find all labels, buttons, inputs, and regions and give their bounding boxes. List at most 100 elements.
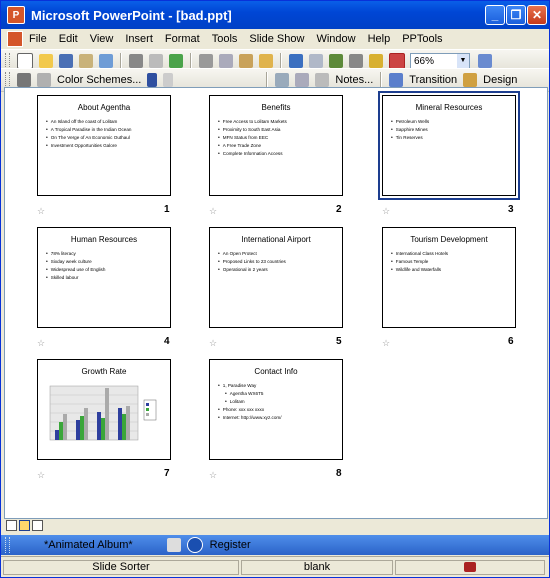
slide-thumbnail-6[interactable]: Tourism Development International Class … bbox=[382, 227, 516, 328]
powerpoint-app-icon[interactable]: P bbox=[7, 6, 25, 24]
document-icon[interactable] bbox=[7, 31, 23, 47]
slide-thumbnail-3[interactable]: Mineral Resources Petroleum Wells Sapphi… bbox=[378, 91, 520, 200]
hide-slide-icon[interactable] bbox=[295, 73, 310, 87]
slide-bullet: Phone: xxx xxx xxxx bbox=[218, 406, 342, 414]
slide-title: International Airport bbox=[241, 235, 311, 244]
spelling-status-icon[interactable] bbox=[464, 562, 476, 572]
insert-table-icon[interactable] bbox=[349, 54, 363, 68]
permission-icon[interactable] bbox=[79, 54, 93, 68]
bullets-icon[interactable] bbox=[163, 73, 174, 87]
color-scheme-icon[interactable] bbox=[37, 73, 51, 87]
chevron-down-icon[interactable]: ▼ bbox=[457, 54, 469, 68]
menu-window[interactable]: Window bbox=[310, 33, 361, 45]
maximize-button[interactable]: ❒ bbox=[506, 5, 526, 25]
slide-bullet-text: Lolitam bbox=[229, 399, 245, 404]
slide-thumbnail-1[interactable]: About Agentha An Island off the coast of… bbox=[37, 95, 171, 196]
animation-star-icon[interactable]: ☆ bbox=[382, 206, 390, 217]
status-view: Slide Sorter bbox=[3, 560, 239, 575]
design-button[interactable]: Design bbox=[483, 74, 517, 86]
format-painter-icon[interactable] bbox=[259, 54, 273, 68]
slide-bullet: Famous Temple bbox=[391, 258, 515, 266]
menu-edit[interactable]: Edit bbox=[53, 33, 84, 45]
animation-star-icon[interactable]: ☆ bbox=[209, 470, 217, 481]
animated-album-button[interactable]: *Animated Album* bbox=[44, 539, 133, 551]
menu-view[interactable]: View bbox=[84, 33, 120, 45]
print-icon[interactable] bbox=[129, 54, 143, 68]
font-color-icon[interactable] bbox=[147, 73, 158, 87]
insert-chart-icon[interactable] bbox=[329, 54, 343, 68]
show-formatting-icon[interactable] bbox=[389, 53, 405, 69]
animation-star-icon[interactable]: ☆ bbox=[37, 206, 45, 217]
slide-sorter-view-icon[interactable] bbox=[19, 520, 30, 531]
minimize-button[interactable]: _ bbox=[485, 5, 505, 25]
slide-bullet-continued: Agentha WX6T5 bbox=[218, 390, 342, 398]
toolbar-separator bbox=[120, 53, 122, 69]
slide-design-icon[interactable] bbox=[17, 73, 31, 87]
copy-icon[interactable] bbox=[219, 54, 233, 68]
toolbar-grip[interactable] bbox=[5, 72, 10, 88]
menu-pptools[interactable]: PPTools bbox=[396, 33, 448, 45]
animation-star-icon[interactable]: ☆ bbox=[37, 470, 45, 481]
color-grayscale-icon[interactable] bbox=[369, 54, 383, 68]
slide-number: 4 bbox=[164, 336, 170, 347]
email-icon[interactable] bbox=[99, 54, 113, 68]
menu-file[interactable]: File bbox=[23, 33, 53, 45]
menu-insert[interactable]: Insert bbox=[119, 33, 159, 45]
slide-number: 6 bbox=[508, 336, 514, 347]
redo-icon[interactable] bbox=[309, 54, 323, 68]
slide-bullet-continued: Lolitam bbox=[218, 398, 342, 406]
toolbar-separator bbox=[280, 53, 282, 69]
close-button[interactable]: ✕ bbox=[527, 5, 547, 25]
slide-thumbnail-8[interactable]: Contact Info 1, Paradise Way Agentha WX6… bbox=[209, 359, 343, 460]
menu-slide-show[interactable]: Slide Show bbox=[243, 33, 310, 45]
zoom-select[interactable]: 66% ▼ bbox=[410, 53, 470, 69]
slide-show-icon[interactable] bbox=[32, 520, 43, 531]
menu-format[interactable]: Format bbox=[159, 33, 206, 45]
toolbar-grip[interactable] bbox=[5, 53, 10, 69]
toolbar-grip[interactable] bbox=[5, 537, 10, 553]
animation-star-icon[interactable]: ☆ bbox=[209, 338, 217, 349]
slide-bullet: Operational in 2 years bbox=[218, 266, 342, 274]
help-icon[interactable] bbox=[186, 537, 203, 553]
animation-star-icon[interactable]: ☆ bbox=[37, 338, 45, 349]
slide-thumbnail-7[interactable]: Growth Rate bbox=[37, 359, 171, 460]
color-schemes-button[interactable]: Color Schemes... bbox=[57, 74, 141, 86]
slide-thumbnail-2[interactable]: Benefits Free Access to Lolitam Markets … bbox=[209, 95, 343, 196]
print-preview-icon[interactable] bbox=[149, 54, 163, 68]
summary-slide-icon[interactable] bbox=[275, 73, 290, 87]
slide-thumbnail-4[interactable]: Human Resources 78% literacy Sixday week… bbox=[37, 227, 171, 328]
slide-bullet: Proximity to South East Asia bbox=[218, 126, 342, 134]
notes-button[interactable]: Notes... bbox=[335, 74, 373, 86]
design-icon[interactable] bbox=[463, 73, 478, 87]
save-icon[interactable] bbox=[59, 54, 73, 68]
animation-star-icon[interactable]: ☆ bbox=[382, 338, 390, 349]
powerpoint-window: P Microsoft PowerPoint - [bad.ppt] _ ❒ ✕… bbox=[0, 0, 550, 578]
open-icon[interactable] bbox=[39, 54, 53, 68]
help-icon[interactable] bbox=[478, 54, 492, 68]
transition-button[interactable]: Transition bbox=[409, 74, 457, 86]
slide-title: About Agentha bbox=[77, 103, 131, 112]
paste-icon[interactable] bbox=[239, 54, 253, 68]
normal-view-icon[interactable] bbox=[6, 520, 17, 531]
magic-wand-icon[interactable] bbox=[166, 538, 181, 552]
cut-icon[interactable] bbox=[199, 54, 213, 68]
speaker-notes-icon[interactable] bbox=[315, 73, 330, 87]
menu-help[interactable]: Help bbox=[362, 33, 397, 45]
register-button[interactable]: Register bbox=[210, 539, 251, 551]
slide-title: Mineral Resources bbox=[415, 103, 483, 112]
slide-number: 2 bbox=[336, 204, 342, 215]
slide-thumbnail-5[interactable]: International Airport An Open Protect Pr… bbox=[209, 227, 343, 328]
menu-tools[interactable]: Tools bbox=[206, 33, 244, 45]
status-design: blank bbox=[241, 560, 393, 575]
animation-star-icon[interactable]: ☆ bbox=[209, 206, 217, 217]
title-bar: P Microsoft PowerPoint - [bad.ppt] _ ❒ ✕ bbox=[1, 1, 549, 29]
undo-icon[interactable] bbox=[289, 54, 303, 68]
bottom-toolbar: *Animated Album* Register bbox=[1, 535, 549, 555]
new-icon[interactable] bbox=[17, 53, 33, 69]
slide-sorter-pane[interactable]: About Agentha An Island off the coast of… bbox=[4, 87, 548, 519]
transition-icon[interactable] bbox=[389, 73, 404, 87]
slide-bullet: Free Access to Lolitam Markets bbox=[218, 118, 342, 126]
slide-title: Growth Rate bbox=[81, 367, 127, 376]
spelling-icon[interactable] bbox=[169, 54, 183, 68]
slide-number: 1 bbox=[164, 204, 170, 215]
